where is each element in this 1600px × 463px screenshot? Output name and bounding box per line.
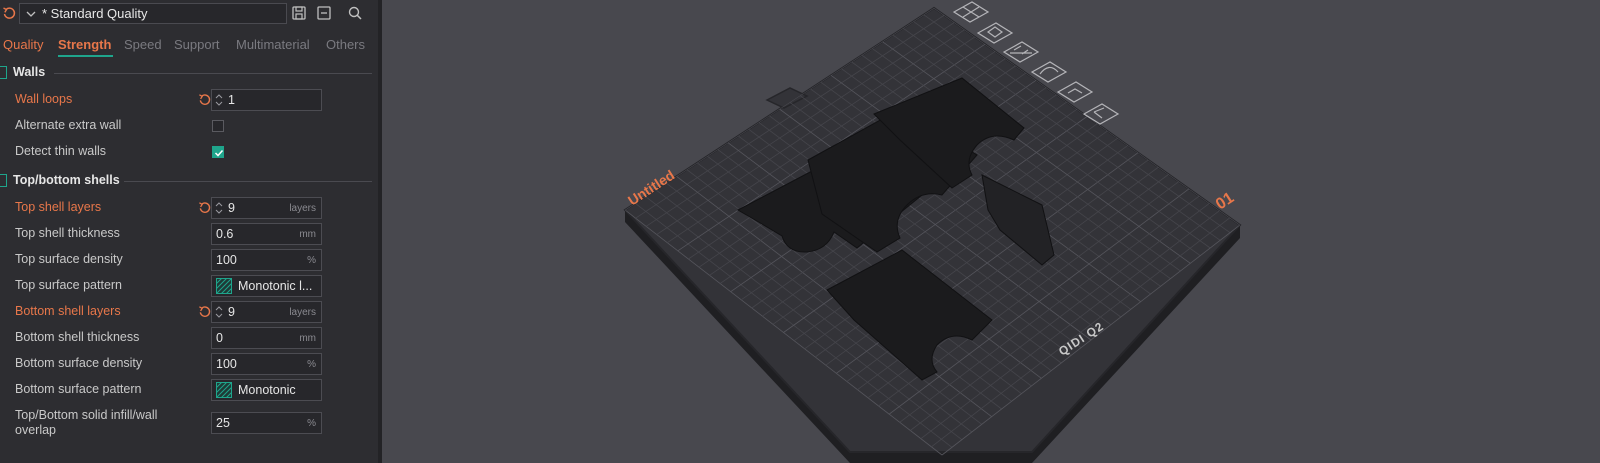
top-shell-layers-value: 9	[228, 201, 235, 215]
top-shell-layers-input[interactable]: 9 layers	[211, 197, 322, 219]
section-divider	[124, 181, 372, 182]
tab-speed[interactable]: Speed	[124, 37, 162, 52]
preset-bar: * Standard Quality	[0, 0, 378, 28]
3d-viewport[interactable]: Untitled 01 QIDI Q2	[382, 0, 1600, 463]
bottom-surface-pattern-select[interactable]: Monotonic	[211, 379, 322, 401]
overlap-label-line1: Top/Bottom solid infill/wall	[15, 408, 158, 422]
spin-arrows-icon[interactable]	[215, 93, 223, 107]
unit-label: mm	[299, 333, 316, 344]
monotonic-pattern-icon	[216, 278, 232, 294]
overlap-value: 25	[216, 416, 230, 430]
tab-quality[interactable]: Quality	[3, 37, 43, 52]
unit-label: %	[307, 255, 316, 266]
shell-icon[interactable]	[1030, 61, 1068, 83]
unit-label: layers	[289, 307, 316, 318]
bottom-shell-thickness-label: Bottom shell thickness	[15, 330, 140, 344]
tab-multimaterial[interactable]: Multimaterial	[236, 37, 310, 52]
overlap-label: Top/Bottom solid infill/wall overlap	[15, 408, 157, 438]
top-shell-thickness-value: 0.6	[216, 227, 234, 241]
check-icon	[214, 149, 224, 157]
section-shells-title: Top/bottom shells	[13, 173, 120, 187]
spin-arrows-icon[interactable]	[215, 201, 223, 215]
reset-icon[interactable]	[2, 6, 16, 20]
wall-loops-label: Wall loops	[15, 92, 73, 106]
bottom-shell-layers-input[interactable]: 9 layers	[211, 301, 322, 323]
print-settings-panel: * Standard Quality Quality Strength Spee…	[0, 0, 378, 463]
collapse-icon[interactable]	[316, 5, 332, 21]
preset-name: * Standard Quality	[42, 6, 148, 21]
chevron-down-icon	[26, 11, 36, 17]
arrange-icon[interactable]	[1002, 41, 1040, 63]
bottom-shell-thickness-input[interactable]: 0 mm	[211, 327, 322, 349]
bottom-shell-thickness-value: 0	[216, 331, 223, 345]
top-shell-thickness-label: Top shell thickness	[15, 226, 120, 240]
preset-select[interactable]: * Standard Quality	[19, 3, 287, 24]
spin-arrows-icon[interactable]	[215, 305, 223, 319]
overlap-input[interactable]: 25 %	[211, 412, 322, 434]
bottom-shell-layers-value: 9	[228, 305, 235, 319]
tab-strength[interactable]: Strength	[58, 37, 111, 52]
overlap-label-line2: overlap	[15, 423, 56, 437]
close-icon[interactable]	[952, 1, 990, 23]
bottom-surface-density-label: Bottom surface density	[15, 356, 143, 370]
active-tab-indicator	[58, 55, 113, 57]
bottom-surface-pattern-label: Bottom surface pattern	[15, 382, 142, 396]
section-walls-title: Walls	[13, 65, 46, 79]
tab-support[interactable]: Support	[174, 37, 220, 52]
alternate-extra-wall-label: Alternate extra wall	[15, 118, 122, 132]
unit-label: layers	[289, 203, 316, 214]
unit-label: mm	[299, 229, 316, 240]
orient-icon[interactable]	[976, 22, 1014, 44]
top-shell-thickness-input[interactable]: 0.6 mm	[211, 223, 322, 245]
top-shell-layers-label: Top shell layers	[15, 200, 102, 214]
section-walls-icon	[0, 66, 7, 79]
top-surface-pattern-value: Monotonic l...	[238, 279, 313, 293]
bottom-surface-density-input[interactable]: 100 %	[211, 353, 322, 375]
reset-icon[interactable]	[198, 305, 211, 318]
unit-label: %	[307, 418, 316, 429]
top-surface-density-input[interactable]: 100 %	[211, 249, 322, 271]
bottom-surface-pattern-value: Monotonic	[238, 383, 296, 397]
alternate-extra-wall-checkbox[interactable]	[212, 120, 224, 132]
top-surface-density-value: 100	[216, 253, 237, 267]
wall-loops-input[interactable]: 1	[211, 89, 322, 111]
top-surface-density-label: Top surface density	[15, 252, 123, 266]
top-surface-pattern-select[interactable]: Monotonic l...	[211, 275, 322, 297]
search-icon[interactable]	[347, 5, 363, 21]
bottom-shell-layers-label: Bottom shell layers	[15, 304, 121, 318]
section-divider	[54, 73, 372, 74]
section-shells-icon	[0, 174, 7, 187]
build-plate[interactable]	[623, 6, 1242, 453]
save-icon[interactable]	[291, 5, 307, 21]
bottom-surface-density-value: 100	[216, 357, 237, 371]
settings-tabs: Quality Strength Speed Support Multimate…	[0, 34, 378, 58]
reset-icon[interactable]	[198, 93, 211, 106]
top-surface-pattern-label: Top surface pattern	[15, 278, 123, 292]
unit-label: %	[307, 359, 316, 370]
build-plate-scene[interactable]: Untitled 01 QIDI Q2	[382, 0, 1600, 463]
detect-thin-walls-label: Detect thin walls	[15, 144, 107, 158]
detect-thin-walls-checkbox[interactable]	[212, 146, 224, 158]
wall-loops-value: 1	[228, 93, 235, 107]
reset-icon[interactable]	[198, 201, 211, 214]
monotonic-pattern-icon	[216, 382, 232, 398]
tab-others[interactable]: Others	[326, 37, 365, 52]
